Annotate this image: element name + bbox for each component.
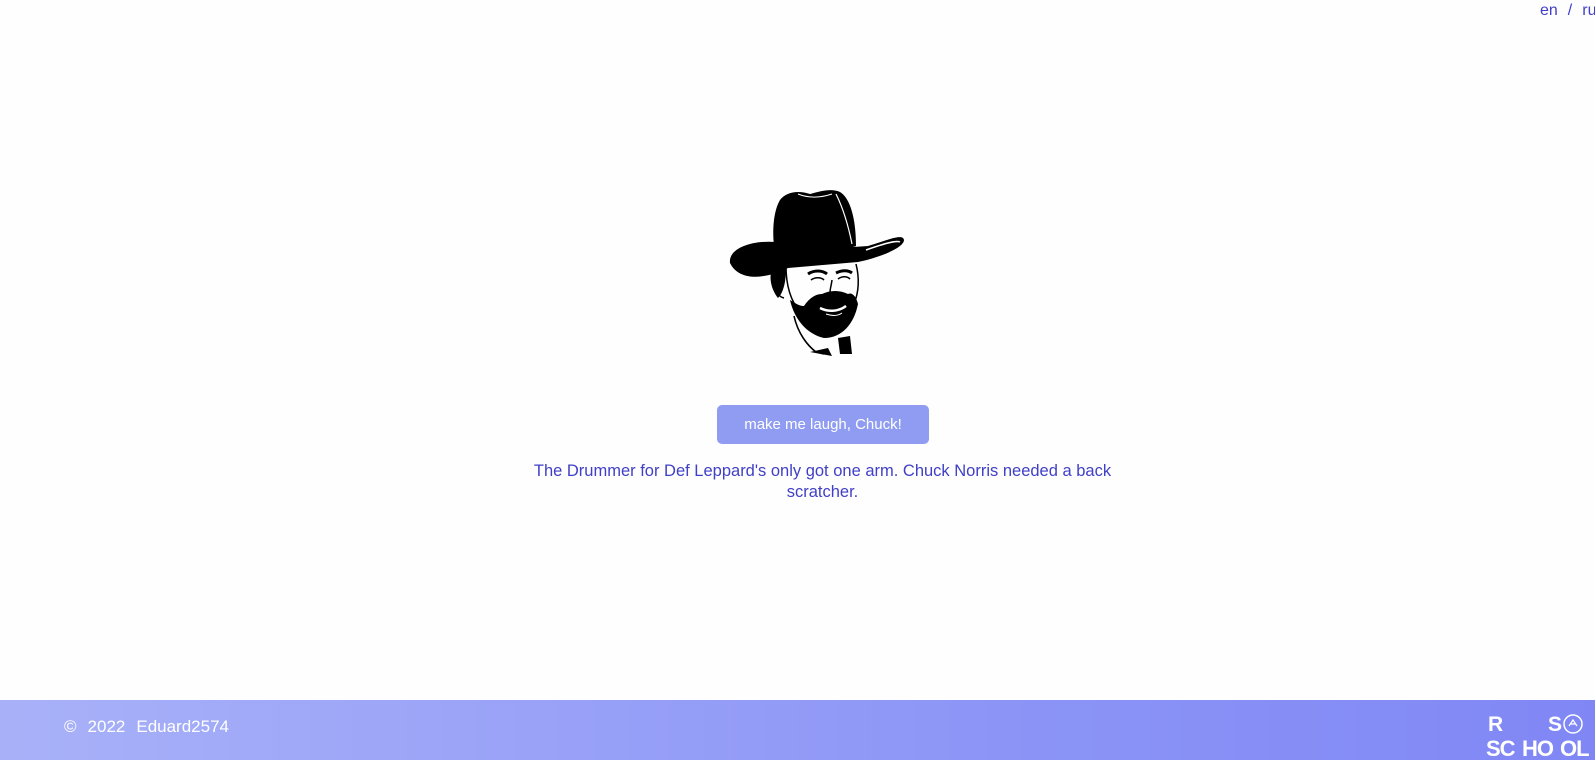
copyright-year: 2022 — [87, 717, 126, 736]
author-link[interactable]: Eduard2574 — [136, 717, 229, 736]
svg-text:SC: SC — [1486, 736, 1516, 758]
copyright: © 2022 Eduard2574 — [64, 717, 240, 737]
svg-text:R: R — [1488, 713, 1503, 736]
chuck-norris-image — [729, 190, 904, 356]
svg-text:S: S — [1548, 713, 1562, 736]
joke-text: The Drummer for Def Leppard's only got o… — [533, 462, 1112, 501]
footer: © 2022 Eduard2574 R S SC HO OL — [0, 700, 1595, 760]
copyright-symbol: © — [64, 717, 77, 736]
main-content: make me laugh, Chuck! The Drummer for De… — [0, 0, 1595, 700]
make-me-laugh-button[interactable]: make me laugh, Chuck! — [717, 405, 929, 444]
svg-text:OL: OL — [1560, 736, 1589, 758]
svg-text:HO: HO — [1522, 736, 1554, 758]
rs-school-logo[interactable]: R S SC HO OL — [1484, 712, 1595, 758]
